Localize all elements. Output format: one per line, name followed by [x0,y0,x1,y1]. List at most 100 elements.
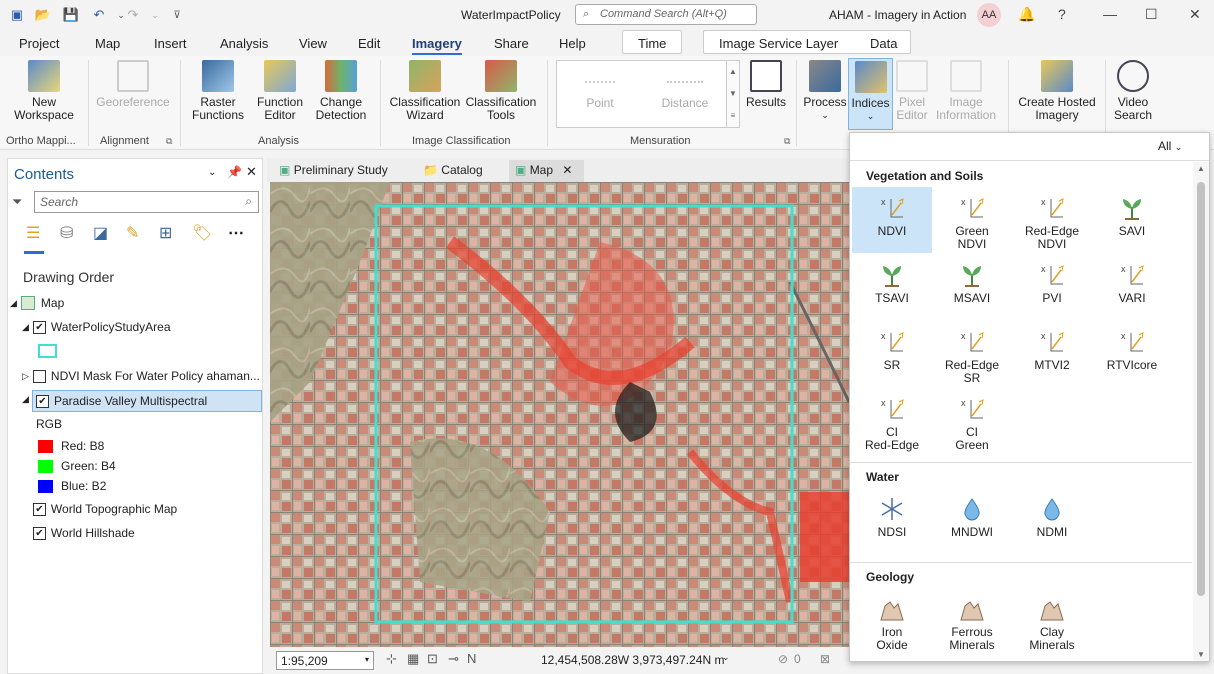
results-button[interactable]: Results [744,60,788,109]
selection-icon[interactable]: ◪ [93,223,108,243]
editing-icon[interactable]: ✎ [126,223,139,243]
close-pane-icon[interactable]: ✕ [246,164,257,180]
maximize-icon[interactable]: ☐ [1145,6,1158,23]
index-rtvicore-button[interactable]: x RTVIcore [1092,321,1172,387]
notification-bell-icon[interactable]: 🔔 [1018,6,1035,23]
command-search-input[interactable]: ⌕ Command Search (Alt+Q) [575,4,757,25]
customize-toolbar-icon[interactable]: ⊽ [168,6,186,24]
new-workspace-button[interactable]: New Workspace [8,60,80,122]
tree-item-map[interactable]: ◢ Map [10,293,64,313]
open-folder-icon[interactable]: 📂 [34,6,52,24]
tab-catalog[interactable]: 📁 Catalog [417,160,489,182]
dialog-launcher-icon[interactable]: ⧉ [784,136,790,147]
index-vari-button[interactable]: x VARI [1092,254,1172,320]
index-mtvi2-button[interactable]: x MTVI2 [1012,321,1092,387]
index-clay-minerals-button[interactable]: Clay Minerals [1012,588,1092,654]
image-information-button[interactable]: Image Information [930,60,1002,122]
scroll-up-icon[interactable]: ▲ [1197,164,1205,173]
close-tab-icon[interactable]: ✕ [562,163,572,177]
layer-visibility-checkbox[interactable] [32,369,46,383]
scroll-down-icon[interactable]: ▼ [1197,650,1205,659]
pause-drawing-icon[interactable]: ⊠ [820,652,830,666]
layer-visibility-checkbox[interactable]: ✔ [36,394,49,408]
collapse-icon[interactable]: ◢ [10,298,17,309]
layer-visibility-checkbox[interactable]: ✔ [32,320,46,334]
labeling-icon[interactable]: 🏷 [192,223,212,243]
georeference-button[interactable]: Georeference [96,60,170,109]
snapping-icon[interactable]: ⊞ [159,223,172,243]
tab-map[interactable]: Map [95,36,120,51]
contents-search-input[interactable]: Search ⌕ [34,191,259,213]
index-ndvi-button[interactable]: x NDVI [852,187,932,253]
point-button[interactable]: Point [575,71,625,110]
index-sr-button[interactable]: x SR [852,321,932,387]
band-row[interactable]: Green: B4 [38,456,116,476]
index-msavi-button[interactable]: MSAVI [932,254,1012,320]
distance-button[interactable]: Distance [655,71,715,110]
more-options-icon[interactable]: ⋯ [228,223,244,243]
index-red-edge-sr-button[interactable]: x Red-Edge SR [932,321,1012,387]
tab-imagery[interactable]: Imagery [412,36,462,55]
chevron-down-icon[interactable]: ⌄ [722,652,730,663]
process-button[interactable]: Process ⌄ [802,60,848,122]
snapping-icon[interactable]: ⊡ [427,651,438,667]
tab-edit[interactable]: Edit [358,36,380,51]
data-source-icon[interactable]: ⛁ [60,223,73,243]
classification-wizard-button[interactable]: Classification Wizard [388,60,462,122]
index-savi-button[interactable]: SAVI [1092,187,1172,253]
collapse-icon[interactable]: ◢ [22,394,29,405]
gallery-scroll[interactable]: ▲ ▼ ≡ [726,60,740,128]
north-arrow-icon[interactable]: N [467,651,476,666]
tab-analysis[interactable]: Analysis [220,36,268,51]
expand-icon[interactable]: ▷ [22,371,29,382]
index-ndmi-button[interactable]: NDMI [1012,488,1092,554]
layer-row[interactable]: ▷ NDVI Mask For Water Policy ahaman... [22,366,260,386]
layer-visibility-checkbox[interactable]: ✔ [32,502,46,516]
tab-project[interactable]: Project [19,36,59,51]
tab-data[interactable]: Data [870,36,897,51]
pixel-editor-button[interactable]: Pixel Editor [893,60,931,122]
index-mndwi-button[interactable]: MNDWI [932,488,1012,554]
change-detection-button[interactable]: Change Detection [310,60,372,122]
study-area-symbol[interactable] [38,344,57,358]
function-editor-button[interactable]: Function Editor [252,60,308,122]
filter-icon[interactable]: ⏷ [12,194,22,210]
close-icon[interactable]: ✕ [1189,6,1201,23]
layer-row[interactable]: ▷ ✔ World Topographic Map [22,499,177,519]
indices-button[interactable]: Indices ⌄ [848,58,893,130]
tab-insert[interactable]: Insert [154,36,187,51]
index-ndsi-button[interactable]: NDSI [852,488,932,554]
gallery-scrollbar[interactable]: ▲ ▼ [1193,162,1209,661]
scrollbar-thumb[interactable] [1197,182,1205,596]
index-tsavi-button[interactable]: TSAVI [852,254,932,320]
layer-row[interactable]: ▷ ✔ World Hillshade [22,523,135,543]
band-row[interactable]: Red: B8 [38,436,104,456]
map-canvas[interactable] [270,182,849,647]
tab-share[interactable]: Share [494,36,529,51]
grid-icon[interactable]: ▦ [407,651,419,667]
classification-tools-button[interactable]: Classification Tools [464,60,538,122]
save-icon[interactable]: 💾 [62,6,80,24]
tab-time[interactable]: Time [622,30,682,54]
tab-image-service-layer[interactable]: Image Service Layer [719,36,838,51]
measure-icon[interactable]: ⊸ [448,651,459,667]
collapse-icon[interactable]: ◢ [22,322,29,333]
tab-help[interactable]: Help [559,36,586,51]
scale-selector[interactable]: 1:95,209 ▾ [276,651,374,670]
index-iron-oxide-button[interactable]: Iron Oxide [852,588,932,654]
filter-dropdown[interactable]: All ⌄ [1158,139,1182,153]
index-ferrous-minerals-button[interactable]: Ferrous Minerals [932,588,1012,654]
minimize-icon[interactable]: — [1103,6,1117,22]
redo-icon[interactable]: ↷ [124,6,142,24]
tab-map-view[interactable]: ▣ Map ✕ [509,160,584,182]
layer-row[interactable]: ◢ ✔ WaterPolicyStudyArea [22,317,171,337]
fixed-zoom-icon[interactable]: ⊹ [386,651,397,667]
chevron-down-icon[interactable]: ⌄ [208,167,216,178]
index-pvi-button[interactable]: x PVI [1012,254,1092,320]
raster-functions-button[interactable]: Raster Functions [186,60,250,122]
index-green-ndvi-button[interactable]: x Green NDVI [932,187,1012,253]
undo-icon[interactable]: ↶ [90,6,108,24]
pin-icon[interactable]: 📌 [227,165,242,179]
tab-view[interactable]: View [299,36,327,51]
layer-row-selected[interactable]: ✔ Paradise Valley Multispectral [32,390,262,412]
